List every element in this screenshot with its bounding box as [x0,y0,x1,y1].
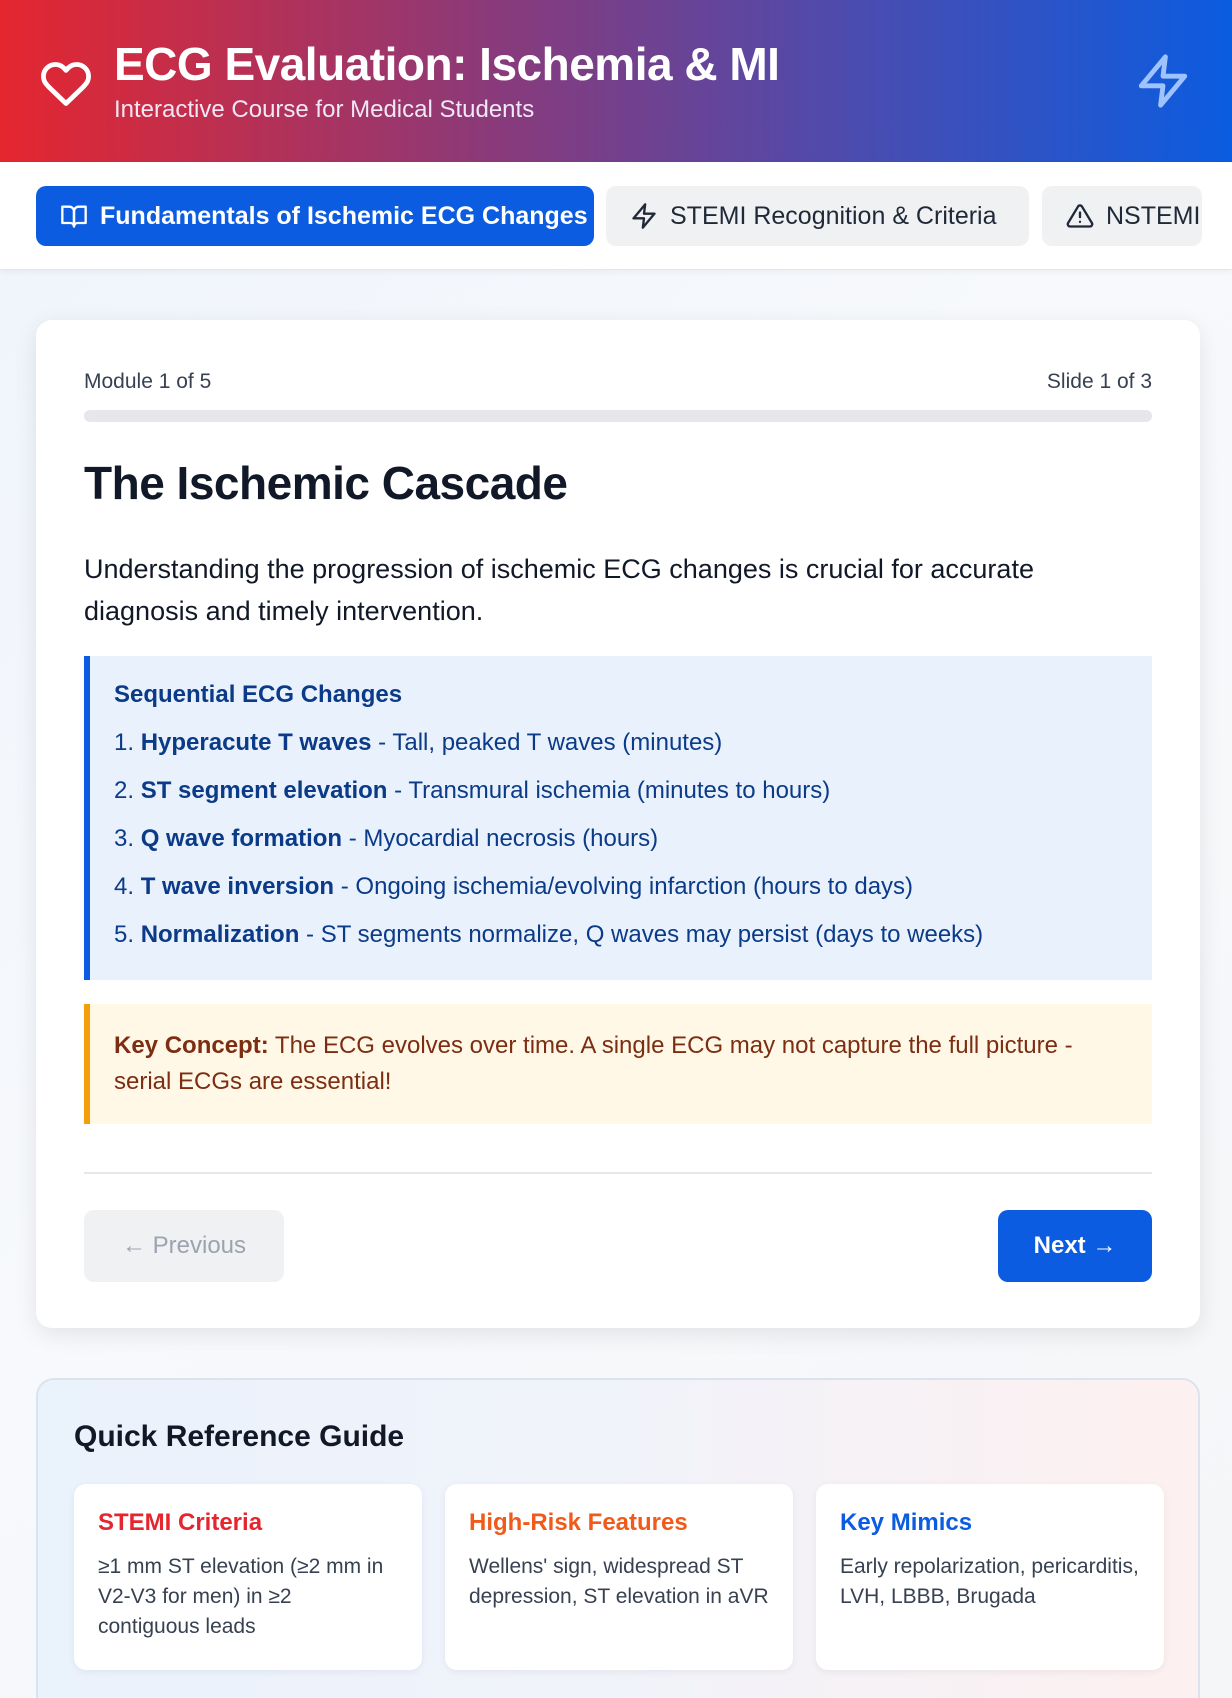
item-desc: - Ongoing ischemia/evolving infarction (… [334,873,914,900]
reference-card-text: Wellens' sign, widespread ST depression,… [469,1555,769,1608]
reference-card-title: High-Risk Features [469,1509,688,1536]
item-term: T wave inversion [140,873,335,900]
item-number: 2. [114,777,135,804]
list-item: 2. ST segment elevation - Transmural isc… [114,776,1152,806]
tab-label: Fundamentals of Ischemic ECG Changes [100,201,588,230]
sequence-box: Sequential ECG Changes 1. Hyperacute T w… [84,656,1152,980]
list-item: 1. Hyperacute T waves - Tall, peaked T w… [114,728,1152,758]
list-item: 4. T wave inversion - Ongoing ischemia/e… [114,872,1152,902]
reference-card-mimics: Key Mimics Early repolarization, pericar… [816,1484,1164,1670]
app-header: ECG Evaluation: Ischemia & MI Interactiv… [0,0,1232,162]
list-item: 3. Q wave formation - Myocardial necrosi… [114,824,1152,854]
module-counter: Module 1 of 5 [84,370,212,393]
item-number: 4. [114,873,135,900]
item-term: Hyperacute T waves [140,729,372,756]
divider [84,1172,1152,1174]
reference-card-text: ≥1 mm ST elevation (≥2 mm in V2-V3 for m… [98,1555,384,1638]
item-number: 3. [114,825,135,852]
key-concept-label: Key Concept: [114,1032,269,1059]
sequence-list: 1. Hyperacute T waves - Tall, peaked T w… [114,728,1152,950]
warning-icon [1066,204,1094,228]
tab-nstemi[interactable]: NSTEMI [1042,186,1202,246]
item-desc: - Myocardial necrosis (hours) [342,825,659,852]
item-number: 5. [114,921,135,948]
item-desc: - Tall, peaked T waves (minutes) [371,729,723,756]
bolt-icon [1138,54,1188,108]
module-tabs: Fundamentals of Ischemic ECG Changes STE… [0,162,1232,270]
item-term: Normalization [140,921,300,948]
reference-card-text: Early repolarization, pericarditis, LVH,… [840,1555,1139,1608]
header-title-group: ECG Evaluation: Ischemia & MI Interactiv… [114,38,780,126]
previous-button[interactable]: ← Previous [84,1210,284,1282]
tab-fundamentals[interactable]: Fundamentals of Ischemic ECG Changes [36,186,594,246]
slide-card: Module 1 of 5 Slide 1 of 3 The Ischemic … [36,320,1200,1328]
heart-icon [41,62,91,106]
bolt-icon [632,203,656,229]
item-term: ST segment elevation [140,777,388,804]
book-icon [61,205,87,228]
item-number: 1. [114,729,135,756]
quick-reference-panel: Quick Reference Guide STEMI Criteria ≥1 … [36,1378,1200,1698]
sequence-heading: Sequential ECG Changes [114,681,403,708]
reference-card-title: STEMI Criteria [98,1509,263,1536]
list-item: 5. Normalization - ST segments normalize… [114,920,1152,950]
slide-title: The Ischemic Cascade [84,457,568,509]
slide-counter: Slide 1 of 3 [1046,370,1152,393]
reference-card-title: Key Mimics [840,1509,973,1536]
progress-bar [84,410,1152,422]
item-term: Q wave formation [140,825,343,852]
tab-label: STEMI Recognition & Criteria [670,201,997,230]
key-concept-box: Key Concept: The ECG evolves over time. … [84,1004,1152,1124]
reference-card-stemi: STEMI Criteria ≥1 mm ST elevation (≥2 mm… [74,1484,422,1670]
page-title: ECG Evaluation: Ischemia & MI [114,38,780,90]
reference-card-high-risk: High-Risk Features Wellens' sign, widesp… [445,1484,793,1670]
quick-reference-title: Quick Reference Guide [74,1420,405,1453]
slide-intro: Understanding the progression of ischemi… [84,554,1034,626]
next-button[interactable]: Next → [998,1210,1152,1282]
tab-stemi[interactable]: STEMI Recognition & Criteria [606,186,1029,246]
item-desc: - ST segments normalize, Q waves may per… [299,921,984,948]
item-desc: - Transmural ischemia (minutes to hours) [387,777,831,804]
page-subtitle: Interactive Course for Medical Students [114,96,535,123]
tab-label: NSTEMI [1106,201,1201,230]
